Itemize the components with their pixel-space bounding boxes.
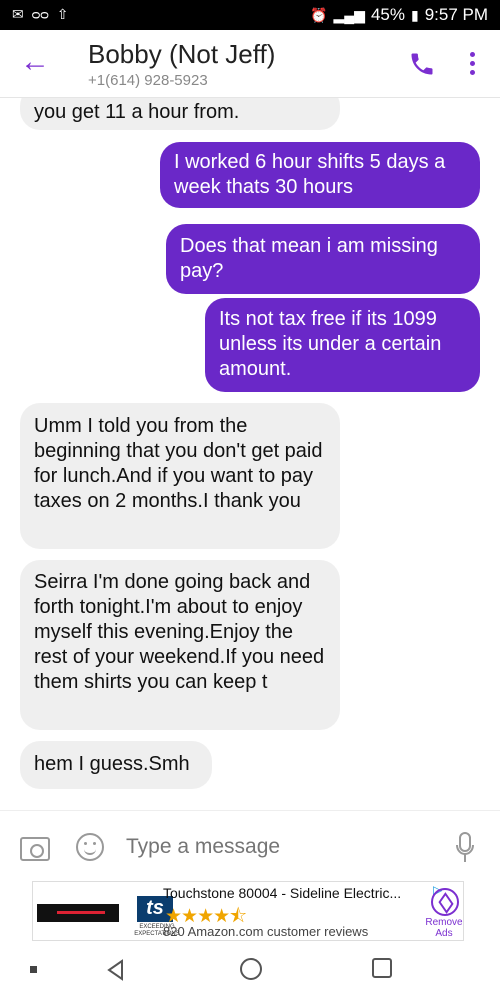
gem-icon[interactable] [431, 888, 459, 916]
message-bubble-outgoing[interactable]: Its not tax free if its 1099 unless its … [205, 298, 480, 392]
ad-product-image [37, 904, 119, 922]
message-bubble-incoming[interactable]: Seirra I'm done going back and forth ton… [20, 560, 340, 730]
back-arrow-icon[interactable]: ← [18, 46, 52, 80]
clock: 9:57 PM [424, 5, 488, 24]
message-bubble-incoming[interactable]: Umm I told you from the beginning that y… [20, 403, 340, 549]
system-nav-bar [0, 944, 500, 1000]
message-composer [0, 810, 500, 880]
nav-indicator-icon [30, 966, 37, 973]
message-bubble-outgoing[interactable]: Does that mean i am missing pay? [166, 224, 480, 294]
gmail-icon: ✉ [12, 6, 24, 22]
nav-home-icon[interactable] [240, 958, 262, 980]
emoji-icon[interactable] [76, 833, 104, 861]
conversation-header: ← Bobby (Not Jeff) +1(614) 928-5923 [0, 30, 500, 98]
nav-recents-icon[interactable] [372, 958, 392, 978]
phone-call-icon[interactable] [408, 50, 436, 78]
microphone-icon[interactable] [455, 831, 475, 865]
more-options-icon[interactable] [462, 48, 482, 80]
status-bar: ✉ ᴑᴑ ⇧ ⏰ ▂▄▆ 45% ▮ 9:57 PM [0, 0, 500, 30]
contact-name: Bobby (Not Jeff) [88, 39, 276, 69]
message-bubble-incoming[interactable]: you get 11 a hour from. [20, 98, 340, 130]
camera-icon[interactable] [20, 837, 50, 861]
battery-icon: ▮ [410, 7, 419, 23]
message-bubble-outgoing[interactable]: I worked 6 hour shifts 5 days a week tha… [160, 142, 480, 208]
signal-icon: ▂▄▆ [333, 7, 365, 23]
message-bubble-incoming[interactable]: hem I guess.Smh [20, 741, 212, 789]
nav-back-icon[interactable] [104, 958, 128, 982]
contact-phone: +1(614) 928-5923 [88, 72, 208, 89]
message-input[interactable] [126, 835, 406, 859]
upload-icon: ⇧ [56, 6, 69, 22]
ad-reviews: 820 Amazon.com customer reviews [163, 924, 369, 939]
ad-title[interactable]: Touchstone 80004 - Sideline Electric... [163, 885, 401, 901]
message-thread[interactable]: you get 11 a hour from. I worked 6 hour … [0, 98, 500, 810]
voicemail-icon: ᴑᴑ [31, 6, 49, 22]
ad-banner[interactable]: ts EXCEEDING EXPECTATIONS Touchstone 800… [32, 881, 464, 941]
battery-percent: 45% [370, 5, 405, 24]
alarm-icon: ⏰ [310, 7, 328, 23]
remove-ads-button[interactable]: Remove Ads [425, 917, 463, 939]
